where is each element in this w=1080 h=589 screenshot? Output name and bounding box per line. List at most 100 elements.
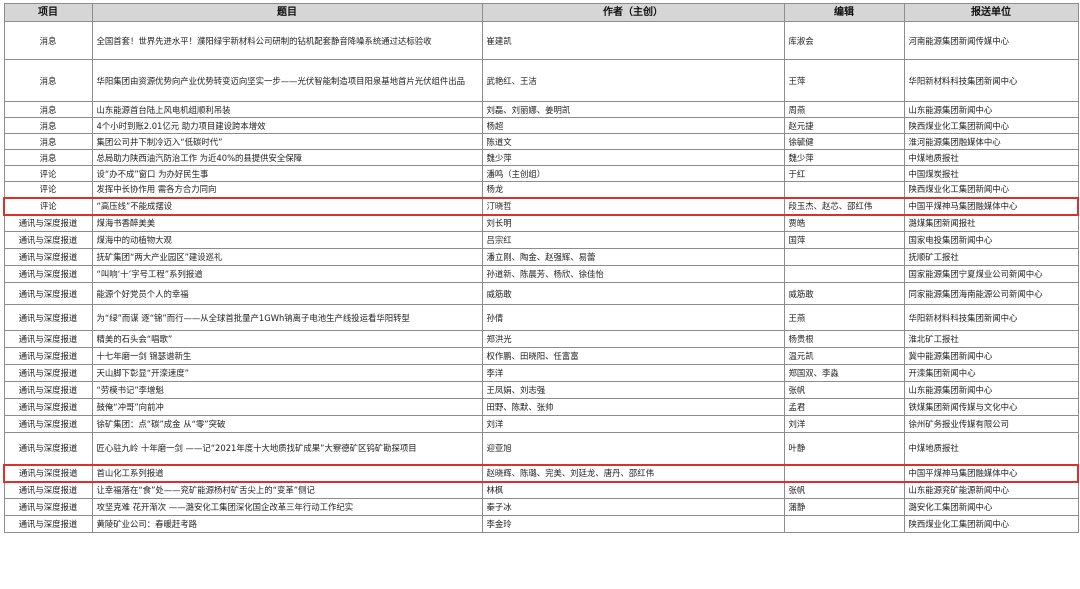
cell-title: 徐矿集团：点“碳”成金 从“零”突破	[91, 415, 483, 433]
cell-author: 魏少萍	[481, 149, 785, 166]
cell-unit: 潞煤集团新闻报社	[903, 214, 1079, 232]
cell-category: 通讯与深度报道	[3, 515, 93, 533]
table-row: 消息 集团公司井下制冷迈入“低碳时代” 陈道文 徐毓健 淮河能源集团融媒体中心	[3, 133, 1079, 150]
table-row: 通讯与深度报道 煤海书香醉美美 刘长明 贾皓 潞煤集团新闻报社	[3, 214, 1079, 232]
cell-author: 刘磊、刘丽娜、姜明凯	[481, 101, 785, 118]
cell-title: 首山化工系列报道	[91, 463, 483, 483]
table-row: 评论 发挥中长协作用 需各方合力同向 杨龙 陕西煤业化工集团新闻中心	[3, 181, 1079, 198]
cell-editor: 段玉杰、赵芯、邵红伟	[783, 196, 905, 216]
table-row: 消息 全国首套！世界先进水平！濮阳绿宇新材料公司研制的钻机配套静音降噪系统通过达标…	[3, 21, 1079, 60]
cell-unit: 山东能源集团新闻中心	[903, 101, 1079, 118]
cell-title: “劳模书记”李增魁	[91, 381, 483, 399]
cell-author: 郑洪光	[481, 330, 785, 348]
cell-title: 山东能源首台陆上风电机组顺利吊装	[91, 101, 483, 118]
cell-title: 发挥中长协作用 需各方合力同向	[91, 181, 483, 198]
table-row-highlighted: 通讯与深度报道 首山化工系列报道 赵晓辉、陈璐、完美、刘廷龙、唐丹、邵红伟 中国平煤神…	[3, 463, 1079, 483]
cell-category: 通讯与深度报道	[3, 415, 93, 433]
cell-editor: 徐毓健	[783, 133, 905, 150]
cell-author: 林枫	[481, 481, 785, 499]
cell-title: 天山脚下彰显“开滦速度”	[91, 364, 483, 382]
cell-category: 通讯与深度报道	[3, 498, 93, 516]
cell-category: 通讯与深度报道	[3, 248, 93, 266]
cell-unit: 开滦集团新闻中心	[903, 364, 1079, 382]
cell-category: 评论	[3, 181, 93, 198]
cell-unit: 华阳新材料科技集团新闻中心	[903, 304, 1079, 331]
table-row: 消息 山东能源首台陆上风电机组顺利吊装 刘磊、刘丽娜、姜明凯 周燕 山东能源集团新闻中心	[3, 101, 1079, 118]
cell-editor: 王燕	[783, 304, 905, 331]
cell-title: 鼓俺“冲哥”向前冲	[91, 398, 483, 416]
cell-title: 黄陵矿业公司：春暖赶考路	[91, 515, 483, 533]
cell-author: 陈道文	[481, 133, 785, 150]
table-row: 通讯与深度报道 抚矿集团“两大产业园区”建设巡礼 潘立刚、陶金、赵强辉、易蕾 抚顺矿工…	[3, 248, 1079, 266]
cell-category: 通讯与深度报道	[3, 398, 93, 416]
cell-author: 迎亚旭	[481, 432, 785, 465]
cell-editor: 刘洋	[783, 415, 905, 433]
cell-title: 煤海中的动植物大观	[91, 231, 483, 249]
cell-author: 刘长明	[481, 214, 785, 232]
cell-editor	[783, 265, 905, 283]
cell-editor: 贾皓	[783, 214, 905, 232]
cell-unit: 淮河能源集团融媒体中心	[903, 133, 1079, 150]
cell-category: 消息	[3, 59, 93, 102]
cell-title: 抚矿集团“两大产业园区”建设巡礼	[91, 248, 483, 266]
cell-category: 通讯与深度报道	[3, 282, 93, 305]
table-row: 通讯与深度报道 黄陵矿业公司：春暖赶考路 李金玲 陕西煤业化工集团新闻中心	[3, 515, 1079, 533]
cell-author: 王凤娟、刘志强	[481, 381, 785, 399]
table-row: 通讯与深度报道 能源个好党员个人的幸福 威筋敢 威筋敢 同家能源集团海南能源公司新闻中心	[3, 282, 1079, 305]
cell-author: 秦子冰	[481, 498, 785, 516]
cell-editor: 库淑会	[783, 21, 905, 60]
cell-category: 消息	[3, 101, 93, 118]
cell-category: 通讯与深度报道	[3, 381, 93, 399]
cell-editor: 国萍	[783, 231, 905, 249]
cell-author: 李洋	[481, 364, 785, 382]
cell-unit: 山东能源集团新闻中心	[903, 381, 1079, 399]
table-row: 通讯与深度报道 “叫响‘十’字号工程”系列报道 孙道新、陈晨芳、杨欣、徐佳怡 国家能源…	[3, 265, 1079, 283]
cell-category: 消息	[3, 117, 93, 134]
cell-editor: 周燕	[783, 101, 905, 118]
cell-category: 通讯与深度报道	[3, 304, 93, 331]
table-row: 通讯与深度报道 十七年磨一剑 锦瑟谱新生 权作鹏、田晓阳、任富富 温元凯 冀中能源集团新…	[3, 347, 1079, 365]
cell-unit: 抚顺矿工报社	[903, 248, 1079, 266]
cell-editor	[783, 181, 905, 198]
cell-author: 杨超	[481, 117, 785, 134]
cell-unit: 陕西煤业化工集团新闻中心	[903, 515, 1079, 533]
cell-author: 李金玲	[481, 515, 785, 533]
cell-author: 崔建凯	[481, 21, 785, 60]
cell-title: 十七年磨一剑 锦瑟谱新生	[91, 347, 483, 365]
cell-title: 精美的石头会“唱歌”	[91, 330, 483, 348]
cell-title: 全国首套！世界先进水平！濮阳绿宇新材料公司研制的钻机配套静音降噪系统通过达标验收	[91, 21, 483, 60]
header-author: 作者（主创）	[481, 3, 785, 22]
cell-unit: 华阳新材料科技集团新闻中心	[903, 59, 1079, 102]
table-row: 通讯与深度报道 天山脚下彰显“开滦速度” 李洋 郑国双、李淼 开滦集团新闻中心	[3, 364, 1079, 382]
cell-author: 潘鸣（主创组）	[481, 165, 785, 182]
header-editor: 编辑	[783, 3, 905, 22]
cell-category: 通讯与深度报道	[3, 330, 93, 348]
cell-title: 煤海书香醉美美	[91, 214, 483, 232]
cell-unit: 冀中能源集团新闻中心	[903, 347, 1079, 365]
cell-editor: 威筋敢	[783, 282, 905, 305]
cell-editor: 张帆	[783, 381, 905, 399]
cell-title: 匠心驻九岭 十年磨一剑 ——记“2021年度十大地质找矿成果”大竂德矿区钨矿勘探…	[91, 432, 483, 465]
table-row: 通讯与深度报道 煤海中的动植物大观 吕宗红 国萍 国家电投集团新闻中心	[3, 231, 1079, 249]
cell-category: 评论	[3, 165, 93, 182]
cell-category: 通讯与深度报道	[3, 231, 93, 249]
table-row: 消息 4个小时到账2.01亿元 助力项目建设跨本增效 杨超 赵元捷 陕西煤业化工集团新闻…	[3, 117, 1079, 134]
cell-editor: 魏少萍	[783, 149, 905, 166]
cell-unit: 铁煤集团新闻传媒与文化中心	[903, 398, 1079, 416]
table-row-highlighted: 评论 “高压线”不能成摆设 汀晓哲 段玉杰、赵芯、邵红伟 中国平煤神马集团融媒体中心	[3, 196, 1079, 216]
cell-editor: 于红	[783, 165, 905, 182]
cell-author: 刘洋	[481, 415, 785, 433]
table-row: 通讯与深度报道 攻坚克难 花开渐次 ——潞安化工集团深化国企改革三年行动工作纪实秦…	[3, 498, 1079, 516]
cell-title: 为“绿”而谋 逐“锦”而行——从全球首批量产1GWh钠离子电池生产线投运看华阳转…	[91, 304, 483, 331]
cell-title: 集团公司井下制冷迈入“低碳时代”	[91, 133, 483, 150]
cell-category: 评论	[3, 196, 93, 216]
table-row: 通讯与深度报道 精美的石头会“唱歌” 郑洪光 杨贵根 淮北矿工报社	[3, 330, 1079, 348]
cell-title: 华阳集团由资源优势向产业优势转变迈向坚实一步——光伏智能制造项目阳泉基地首片光伏…	[91, 59, 483, 102]
cell-category: 通讯与深度报道	[3, 347, 93, 365]
cell-editor	[783, 248, 905, 266]
cell-author: 武艳红、王洁	[481, 59, 785, 102]
cell-category: 通讯与深度报道	[3, 432, 93, 465]
cell-title: 设“办不成”窗口 为办好民生事	[91, 165, 483, 182]
table-row: 通讯与深度报道 徐矿集团：点“碳”成金 从“零”突破 刘洋 刘洋 徐州矿务报业传媒有限公…	[3, 415, 1079, 433]
cell-title: “高压线”不能成摆设	[91, 196, 483, 216]
